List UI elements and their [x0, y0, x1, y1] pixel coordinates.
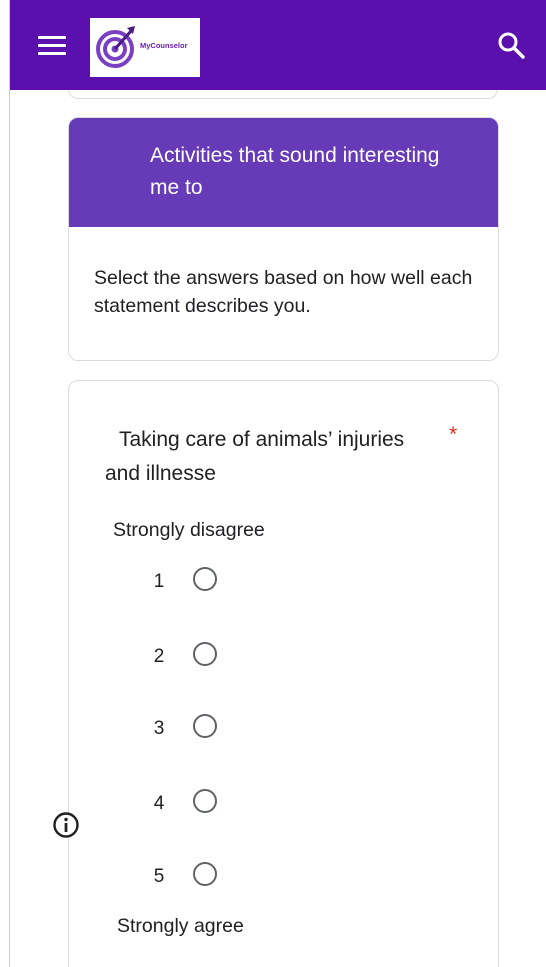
- radio-button[interactable]: [193, 642, 217, 666]
- section-header: Activities that sound interesting me to: [69, 118, 498, 227]
- option-number: 4: [153, 793, 165, 814]
- scale-option-4[interactable]: 4: [151, 789, 231, 819]
- option-number: 1: [153, 571, 165, 592]
- section-card: Activities that sound interesting me to …: [68, 117, 499, 361]
- scale-option-2[interactable]: 2: [151, 642, 231, 672]
- question-title: Taking care of animals’ injuries and ill…: [105, 428, 405, 485]
- scale-high-label: Strongly agree: [117, 915, 244, 937]
- option-number: 2: [153, 646, 165, 667]
- brand-name: MyCounselor: [140, 41, 188, 50]
- section-title: Activities that sound interesting me to: [150, 144, 440, 199]
- section-description: Select the answers based on how well eac…: [94, 267, 473, 317]
- left-edge-border: [0, 0, 10, 967]
- question-card: Taking care of animals’ injuries and ill…: [68, 380, 499, 967]
- radio-button[interactable]: [193, 789, 217, 813]
- option-number: 3: [153, 718, 165, 739]
- scale-option-3[interactable]: 3: [151, 714, 231, 744]
- info-icon[interactable]: [52, 811, 80, 839]
- option-number: 5: [153, 866, 165, 887]
- top-app-bar: MyCounselor: [10, 0, 546, 90]
- radio-button[interactable]: [193, 862, 217, 886]
- search-icon[interactable]: [496, 30, 526, 60]
- radio-button[interactable]: [193, 714, 217, 738]
- brand-logo[interactable]: MyCounselor: [90, 18, 200, 77]
- scale-low-label: Strongly disagree: [113, 519, 265, 541]
- scale-option-1[interactable]: 1: [151, 567, 231, 597]
- form-page: MyCounselor Activities that sound intere…: [0, 0, 546, 967]
- target-arrow-logo-icon: [96, 26, 135, 68]
- radio-button[interactable]: [193, 567, 217, 591]
- required-asterisk: *: [449, 423, 458, 446]
- scale-option-5[interactable]: 5: [151, 862, 231, 892]
- hamburger-menu-icon[interactable]: [38, 36, 66, 56]
